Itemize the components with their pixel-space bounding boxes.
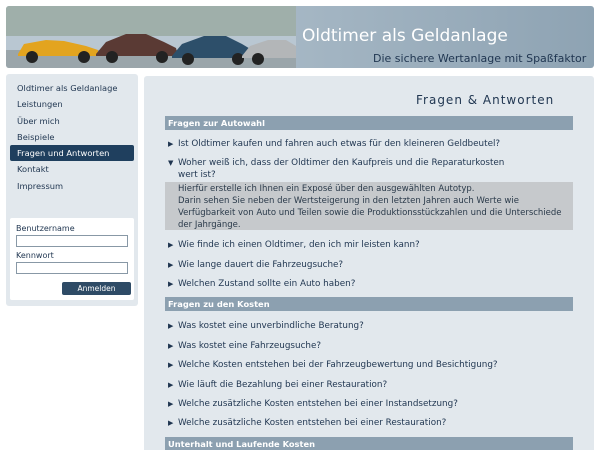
triangle-right-icon: ▶ bbox=[168, 400, 174, 408]
username-input[interactable] bbox=[16, 235, 128, 247]
password-label: Kennwort bbox=[16, 251, 54, 260]
section-header-autowahl: Fragen zur Autowahl bbox=[165, 116, 573, 130]
section-header-unterhalt: Unterhalt und Laufende Kosten bbox=[165, 437, 573, 450]
site-subtitle: Die sichere Wertanlage mit Spaßfaktor bbox=[373, 52, 587, 65]
triangle-right-icon: ▶ bbox=[168, 419, 174, 427]
triangle-right-icon: ▶ bbox=[168, 261, 174, 269]
triangle-right-icon: ▶ bbox=[168, 322, 174, 330]
faq-question[interactable]: ▶ Wie lange dauert die Fahrzeugsuche? bbox=[168, 259, 568, 271]
triangle-right-icon: ▶ bbox=[168, 361, 174, 369]
nav-item-beispiele[interactable]: Beispiele bbox=[10, 129, 134, 145]
nav-item-ueber-mich[interactable]: Über mich bbox=[10, 113, 134, 129]
faq-question[interactable]: ▶ Welche zusätzliche Kosten entstehen bei… bbox=[168, 398, 568, 410]
faq-question[interactable]: ▶ Wie läuft die Bezahlung bei einer Resta… bbox=[168, 379, 568, 391]
answer-line: Darin sehen Sie neben der Wertsteigerung… bbox=[178, 196, 519, 206]
nav-item-fragen-und-antworten[interactable]: Fragen und Antworten bbox=[10, 145, 134, 162]
classic-cars-banner-image bbox=[6, 6, 296, 68]
nav-item-leistungen[interactable]: Leistungen bbox=[10, 96, 134, 112]
faq-question[interactable]: ▶ Welchen Zustand sollte ein Auto haben? bbox=[168, 278, 568, 290]
main-content: Fragen & Antworten Fragen zur Autowahl ▶… bbox=[144, 76, 594, 450]
faq-answer: Hierfür erstelle ich Ihnen ein Exposé üb… bbox=[165, 182, 573, 230]
triangle-right-icon: ▶ bbox=[168, 280, 174, 288]
page-title: Fragen & Antworten bbox=[416, 93, 555, 107]
triangle-down-icon: ▼ bbox=[168, 159, 174, 167]
triangle-right-icon: ▶ bbox=[168, 241, 174, 249]
faq-question[interactable]: ▶ Was kostet eine Fahrzeugsuche? bbox=[168, 340, 568, 352]
nav-item-impressum[interactable]: Impressum bbox=[10, 178, 134, 194]
sidebar-nav: Oldtimer als Geldanlage Leistungen Über … bbox=[10, 80, 134, 194]
username-label: Benutzername bbox=[16, 224, 75, 233]
triangle-right-icon: ▶ bbox=[168, 342, 174, 350]
faq-question[interactable]: ▶ Welche zusätzliche Kosten entstehen bei… bbox=[168, 417, 568, 429]
faq-question[interactable]: ▶ Ist Oldtimer kaufen und fahren auch etw… bbox=[168, 138, 568, 150]
password-input[interactable] bbox=[16, 262, 128, 274]
site-title: Oldtimer als Geldanlage bbox=[302, 26, 508, 46]
answer-line: Verfügbarkeit von Auto und Teilen sowie … bbox=[178, 208, 562, 218]
section-header-kosten: Fragen zu den Kosten bbox=[165, 297, 573, 311]
nav-item-oldtimer-als-geldanlage[interactable]: Oldtimer als Geldanlage bbox=[10, 80, 134, 96]
faq-question[interactable]: ▶ Welche Kosten entstehen bei der Fahrzeu… bbox=[168, 359, 568, 371]
triangle-right-icon: ▶ bbox=[168, 381, 174, 389]
login-box: Benutzername Kennwort Anmelden bbox=[10, 218, 134, 300]
sidebar: Oldtimer als Geldanlage Leistungen Über … bbox=[6, 74, 138, 306]
answer-line: der Jahrgänge. bbox=[178, 220, 241, 230]
login-button[interactable]: Anmelden bbox=[62, 282, 131, 295]
nav-item-kontakt[interactable]: Kontakt bbox=[10, 161, 134, 177]
triangle-right-icon: ▶ bbox=[168, 140, 174, 148]
faq-question[interactable]: ▶ Was kostet eine unverbindliche Beratung… bbox=[168, 320, 568, 332]
faq-question-expanded[interactable]: ▼ Woher weiß ich, dass der Oldtimer den K… bbox=[168, 157, 568, 181]
answer-line: Hierfür erstelle ich Ihnen ein Exposé üb… bbox=[178, 184, 475, 194]
faq-question[interactable]: ▶ Wie finde ich einen Oldtimer, den ich m… bbox=[168, 239, 568, 251]
site-header: Oldtimer als Geldanlage Die sichere Wert… bbox=[6, 6, 594, 68]
